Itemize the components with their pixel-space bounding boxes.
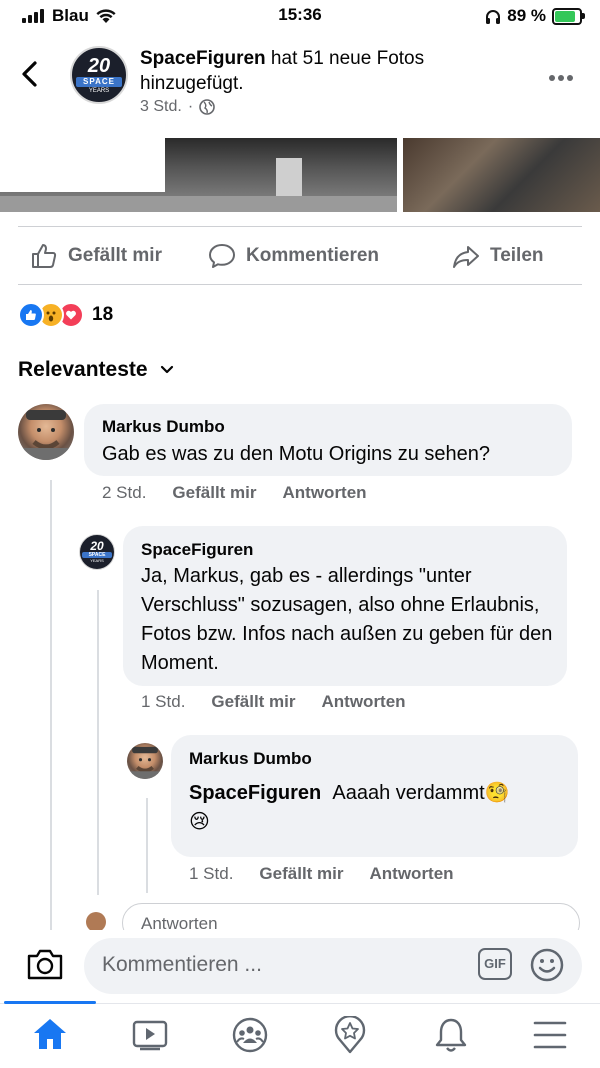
video-play-icon	[132, 1020, 168, 1051]
share-arrow-icon	[453, 246, 479, 268]
logo-years: YEARS	[88, 88, 110, 94]
post-time[interactable]: 3 Std.	[140, 98, 182, 116]
post-meta: 3 Std. ·	[140, 98, 215, 116]
comment-reply-button[interactable]: Antworten	[322, 692, 406, 712]
home-icon	[34, 1019, 66, 1049]
star-pin-icon	[334, 1015, 366, 1054]
comment-bubble[interactable]: Markus Dumbo Gab es was zu den Motu Orig…	[84, 404, 572, 476]
status-bar: Blau 15:36 89 %	[0, 0, 600, 32]
comment-content: SpaceFiguren Aaaah verdammt🧐 😢	[189, 779, 574, 837]
gif-button[interactable]: GIF	[478, 948, 512, 980]
chevron-down-icon	[160, 365, 173, 374]
meta-separator: ·	[187, 98, 194, 115]
more-dots-icon	[549, 75, 573, 81]
comment-time[interactable]: 1 Std.	[141, 692, 185, 712]
like-button[interactable]: Gefällt mir	[30, 242, 162, 270]
nav-home[interactable]	[32, 1017, 68, 1056]
sort-label: Relevanteste	[18, 358, 148, 381]
back-button[interactable]	[20, 60, 38, 93]
thread-line	[97, 590, 99, 895]
like-label: Gefällt mir	[68, 245, 162, 266]
comment-placeholder: Kommentieren ...	[102, 953, 262, 976]
like-icon	[18, 302, 44, 328]
avatar[interactable]: 20 SPACE YEARS	[79, 534, 115, 570]
smiley-icon	[530, 948, 564, 982]
comment-time[interactable]: 2 Std.	[102, 483, 146, 503]
share-button[interactable]: Teilen	[452, 242, 544, 270]
reactions-summary[interactable]: 18	[18, 302, 113, 328]
crying-emoji: 😢	[189, 811, 210, 833]
camera-icon	[27, 949, 63, 980]
poster-name[interactable]: SpaceFiguren	[140, 48, 266, 69]
comment-reply-button[interactable]: Antworten	[370, 864, 454, 884]
nav-groups[interactable]	[231, 1017, 269, 1058]
share-label: Teilen	[490, 245, 544, 266]
hamburger-menu-icon	[533, 1021, 567, 1049]
comment-label: Kommentieren	[246, 245, 380, 266]
comment-bubble[interactable]: SpaceFiguren Ja, Markus, gab es - allerd…	[123, 526, 567, 686]
logo-number: 20	[87, 55, 111, 77]
comment-text: Ja, Markus, gab es - allerdings "unter V…	[141, 565, 553, 674]
comment-author[interactable]: Markus Dumbo	[102, 417, 225, 437]
headphones-icon	[486, 9, 501, 24]
battery-percent: 89 %	[507, 6, 546, 25]
page-avatar-logo[interactable]: 20 SPACE YEARS	[70, 46, 128, 104]
thumbs-up-icon	[32, 244, 57, 268]
divider	[18, 284, 582, 285]
comment-sort-dropdown[interactable]: Relevanteste	[18, 358, 174, 382]
nav-menu[interactable]	[533, 1020, 567, 1055]
groups-icon	[232, 1017, 268, 1053]
comment-time[interactable]: 1 Std.	[189, 864, 233, 884]
avatar[interactable]	[18, 404, 74, 460]
comment-bubble[interactable]: Markus Dumbo SpaceFiguren Aaaah verdammt…	[171, 735, 578, 857]
emoji-button[interactable]	[530, 948, 564, 987]
logo-number: 20	[90, 539, 104, 553]
thread-line	[50, 480, 52, 930]
comment-like-button[interactable]: Gefällt mir	[172, 483, 256, 503]
comment-text: Aaaah verdammt	[332, 782, 485, 804]
more-options-button[interactable]	[548, 62, 574, 88]
comment-meta: 2 Std. Gefällt mir Antworten	[102, 483, 367, 503]
avatar	[86, 912, 106, 932]
comment-reply-button[interactable]: Antworten	[283, 483, 367, 503]
divider	[18, 226, 582, 227]
comment-like-button[interactable]: Gefällt mir	[259, 864, 343, 884]
post-title: SpaceFiguren hat 51 neue Fotos hinzugefü…	[140, 46, 530, 96]
battery-icon	[552, 7, 585, 25]
mention-link[interactable]: SpaceFiguren	[189, 782, 321, 804]
camera-button[interactable]	[26, 947, 64, 986]
globe-icon	[199, 99, 215, 115]
nav-notifications[interactable]	[434, 1016, 468, 1059]
comment-button[interactable]: Kommentieren	[208, 242, 379, 270]
comment-text: Gab es was zu den Motu Origins zu sehen?	[102, 443, 490, 465]
comment-meta: 1 Std. Gefällt mir Antworten	[141, 692, 406, 712]
comment-author[interactable]: SpaceFiguren	[141, 540, 253, 560]
post-photo-1[interactable]	[0, 138, 397, 212]
logo-years: YEARS	[90, 558, 104, 563]
logo-band: SPACE	[76, 77, 122, 87]
comment-like-button[interactable]: Gefällt mir	[211, 692, 295, 712]
avatar[interactable]	[127, 743, 163, 779]
nav-dating[interactable]	[334, 1015, 366, 1059]
status-right: 89 %	[485, 6, 585, 26]
chevron-left-icon	[22, 61, 37, 87]
bell-icon	[435, 1018, 467, 1052]
comment-author[interactable]: Markus Dumbo	[189, 749, 312, 769]
nav-watch[interactable]	[132, 1019, 168, 1056]
bottom-nav	[0, 1003, 600, 1068]
post-photo-2[interactable]	[403, 138, 600, 212]
comment-meta: 1 Std. Gefällt mir Antworten	[189, 864, 454, 884]
thread-line	[146, 798, 148, 893]
reaction-count: 18	[92, 304, 114, 325]
speech-bubble-icon	[209, 244, 235, 268]
monocle-emoji: 🧐	[484, 782, 510, 804]
nav-active-indicator	[4, 1001, 96, 1004]
